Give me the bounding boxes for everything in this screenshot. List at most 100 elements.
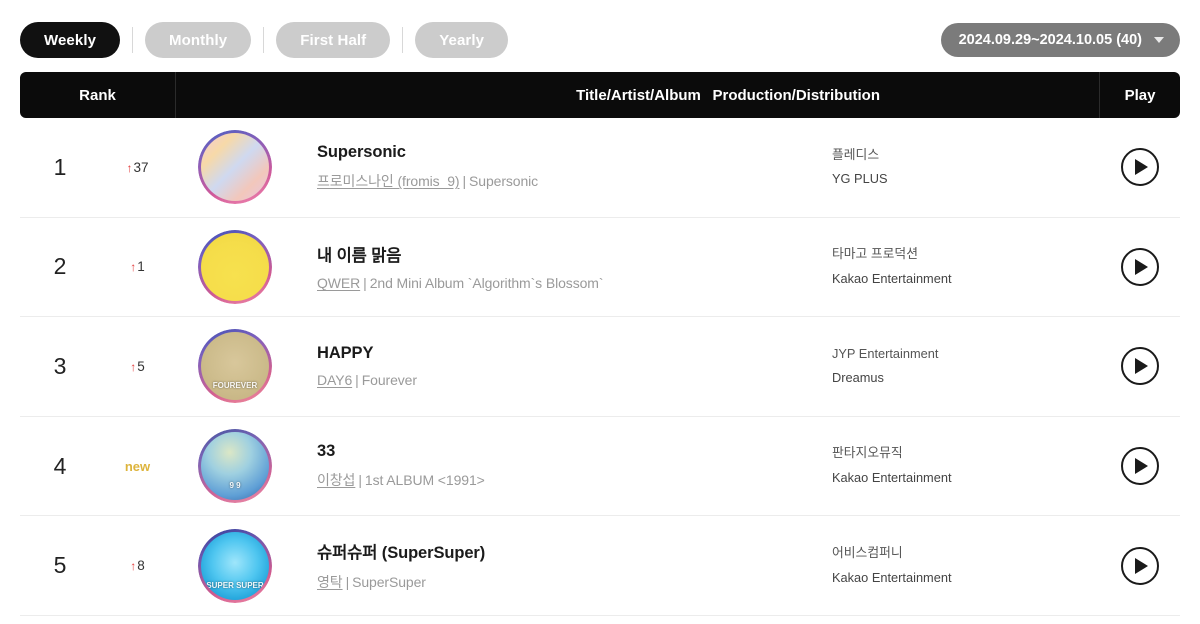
rank-number: 5: [53, 552, 67, 579]
play-cell[interactable]: [1100, 148, 1180, 187]
artist-name[interactable]: DAY6: [317, 372, 352, 388]
album-name[interactable]: Fourever: [362, 372, 417, 388]
top-toolbar: Weekly Monthly First Half Yearly 2024.09.29…: [0, 0, 1200, 80]
distribution-label: YG PLUS: [832, 171, 888, 187]
production-distribution: JYP Entertainment Dreamus: [810, 345, 1100, 386]
rank-change-new: new: [124, 458, 151, 474]
artist-name[interactable]: 프로미스나인 (fromis_9): [317, 173, 460, 189]
rank-change-up: ↑8: [130, 558, 145, 573]
chart-page: Weekly Monthly First Half Yearly 2024.09.29…: [0, 0, 1200, 624]
album-art-thumbnail[interactable]: [198, 130, 272, 205]
song-info: HAPPY DAY6 | Fourever: [295, 344, 810, 388]
tab-weekly[interactable]: Weekly: [20, 22, 121, 58]
play-cell[interactable]: [1100, 546, 1180, 585]
tab-separator: [402, 27, 404, 53]
album-art-caption: SUPER SUPER: [206, 580, 264, 590]
play-cell[interactable]: [1100, 347, 1180, 386]
play-button[interactable]: [1121, 247, 1159, 286]
production-distribution: 플레디스 YG PLUS: [810, 146, 1100, 187]
production-distribution: 타마고 프로덕션 Kakao Entertainment: [810, 247, 1100, 286]
album-name[interactable]: 1st ALBUM <1991>: [365, 472, 485, 488]
separator: |: [355, 372, 359, 389]
song-artist-album: 영탁 | SuperSuper: [317, 572, 810, 592]
production-distribution: 판타지오뮤직 Kakao Entertainment: [810, 446, 1100, 485]
song-title[interactable]: 내 이름 맑음: [317, 242, 810, 266]
song-info: Supersonic 프로미스나인 (fromis_9) | Supersonic: [295, 143, 810, 191]
column-header-play-label: Play: [1124, 86, 1156, 104]
rank-change-up: ↑37: [126, 160, 148, 175]
play-icon: [1135, 358, 1148, 375]
album-art-thumbnail[interactable]: 9 9: [198, 429, 272, 504]
song-title[interactable]: Supersonic: [317, 143, 810, 162]
production-label: 플레디스: [832, 146, 880, 162]
song-artist-album: 프로미스나인 (fromis_9) | Supersonic: [317, 171, 810, 191]
table-row[interactable]: 1 ↑37 Supersonic 프로미스나인 (fromis_9) | Super…: [20, 118, 1180, 218]
rank-change-value: 37: [133, 159, 149, 175]
play-icon: [1135, 258, 1148, 275]
table-row[interactable]: 2 ↑1 내 이름 맑음 QWER | 2nd Mini Album `Algori…: [20, 218, 1180, 318]
song-artist-album: QWER | 2nd Mini Album `Algorithm`s Blossom…: [317, 275, 810, 291]
play-cell[interactable]: [1100, 247, 1180, 286]
artist-name[interactable]: 이창섭: [317, 472, 355, 488]
tab-separator: [263, 27, 265, 53]
chevron-down-icon: [1154, 37, 1164, 43]
play-button[interactable]: [1121, 546, 1159, 585]
album-name[interactable]: SuperSuper: [352, 574, 426, 590]
album-art-thumbnail[interactable]: [198, 229, 272, 304]
date-range-selector[interactable]: 2024.09.29~2024.10.05 (40): [940, 23, 1180, 57]
table-header: Rank Title/Artist/Album Production/Distr…: [20, 72, 1180, 118]
column-header-play: Play: [1100, 72, 1180, 118]
rank-number: 2: [53, 253, 67, 280]
song-info: 내 이름 맑음 QWER | 2nd Mini Album `Algorithm`s…: [295, 242, 810, 291]
table-row[interactable]: 3 ↑5 FOUREVER HAPPY DAY6 | Fourever JYP En…: [20, 317, 1180, 417]
column-header-title: Title/Artist/Album: [176, 72, 1101, 118]
play-icon: [1135, 557, 1148, 574]
rank-change: ↑37: [100, 160, 175, 175]
album-art-thumbnail[interactable]: SUPER SUPER: [198, 528, 272, 603]
play-cell[interactable]: [1100, 447, 1180, 486]
rank-change-value: 5: [137, 358, 145, 374]
song-title[interactable]: HAPPY: [317, 344, 810, 363]
production-label: JYP Entertainment: [832, 345, 939, 361]
arrow-up-icon: ↑: [130, 260, 137, 275]
album-name[interactable]: Supersonic: [469, 173, 538, 189]
separator: |: [462, 173, 467, 190]
play-icon: [1135, 159, 1148, 176]
distribution-label: Kakao Entertainment: [832, 569, 952, 585]
artist-name[interactable]: 영탁: [317, 574, 343, 590]
production-label: 어비스컴퍼니: [832, 544, 903, 560]
tab-monthly[interactable]: Monthly: [145, 22, 252, 58]
album-name[interactable]: 2nd Mini Album `Algorithm`s Blossom`: [370, 275, 604, 291]
rank-change: new: [100, 459, 175, 474]
distribution-label: Dreamus: [832, 370, 884, 386]
song-title[interactable]: 33: [317, 442, 810, 461]
album-art-image: SUPER SUPER: [201, 531, 269, 600]
date-range-label: 2024.09.29~2024.10.05 (40): [958, 32, 1142, 48]
tab-yearly[interactable]: Yearly: [415, 22, 509, 58]
rank-number: 4: [53, 452, 67, 479]
rank-change-up: ↑1: [130, 259, 145, 274]
table-row[interactable]: 4 new 9 9 33 이창섭 | 1st ALBUM <1991> 판타지오뮤직…: [20, 417, 1180, 517]
table-row[interactable]: 5 ↑8 SUPER SUPER 슈퍼슈퍼 (SuperSuper) 영탁 | Su…: [20, 516, 1180, 616]
tab-first-half[interactable]: First Half: [276, 22, 391, 58]
album-art-cell[interactable]: SUPER SUPER: [175, 528, 295, 603]
rank-change-value: 8: [137, 558, 145, 574]
album-art-cell[interactable]: [175, 229, 295, 304]
play-button[interactable]: [1121, 447, 1159, 486]
separator: |: [358, 472, 362, 489]
play-icon: [1135, 458, 1148, 475]
album-art-cell[interactable]: FOUREVER: [175, 329, 295, 404]
rank-change: ↑1: [100, 259, 175, 274]
play-button[interactable]: [1121, 148, 1159, 187]
rank-number: 3: [53, 352, 67, 379]
column-header-rank-label: Rank: [79, 86, 116, 104]
period-tabs: Weekly Monthly First Half Yearly: [20, 20, 509, 60]
song-title[interactable]: 슈퍼슈퍼 (SuperSuper): [317, 539, 810, 563]
album-art-thumbnail[interactable]: FOUREVER: [198, 329, 272, 404]
artist-name[interactable]: QWER: [317, 275, 360, 291]
play-button[interactable]: [1121, 347, 1159, 386]
album-art-cell[interactable]: [175, 130, 295, 205]
album-art-cell[interactable]: 9 9: [175, 429, 295, 504]
album-art-image: 9 9: [201, 432, 269, 501]
song-info: 33 이창섭 | 1st ALBUM <1991>: [295, 442, 810, 490]
